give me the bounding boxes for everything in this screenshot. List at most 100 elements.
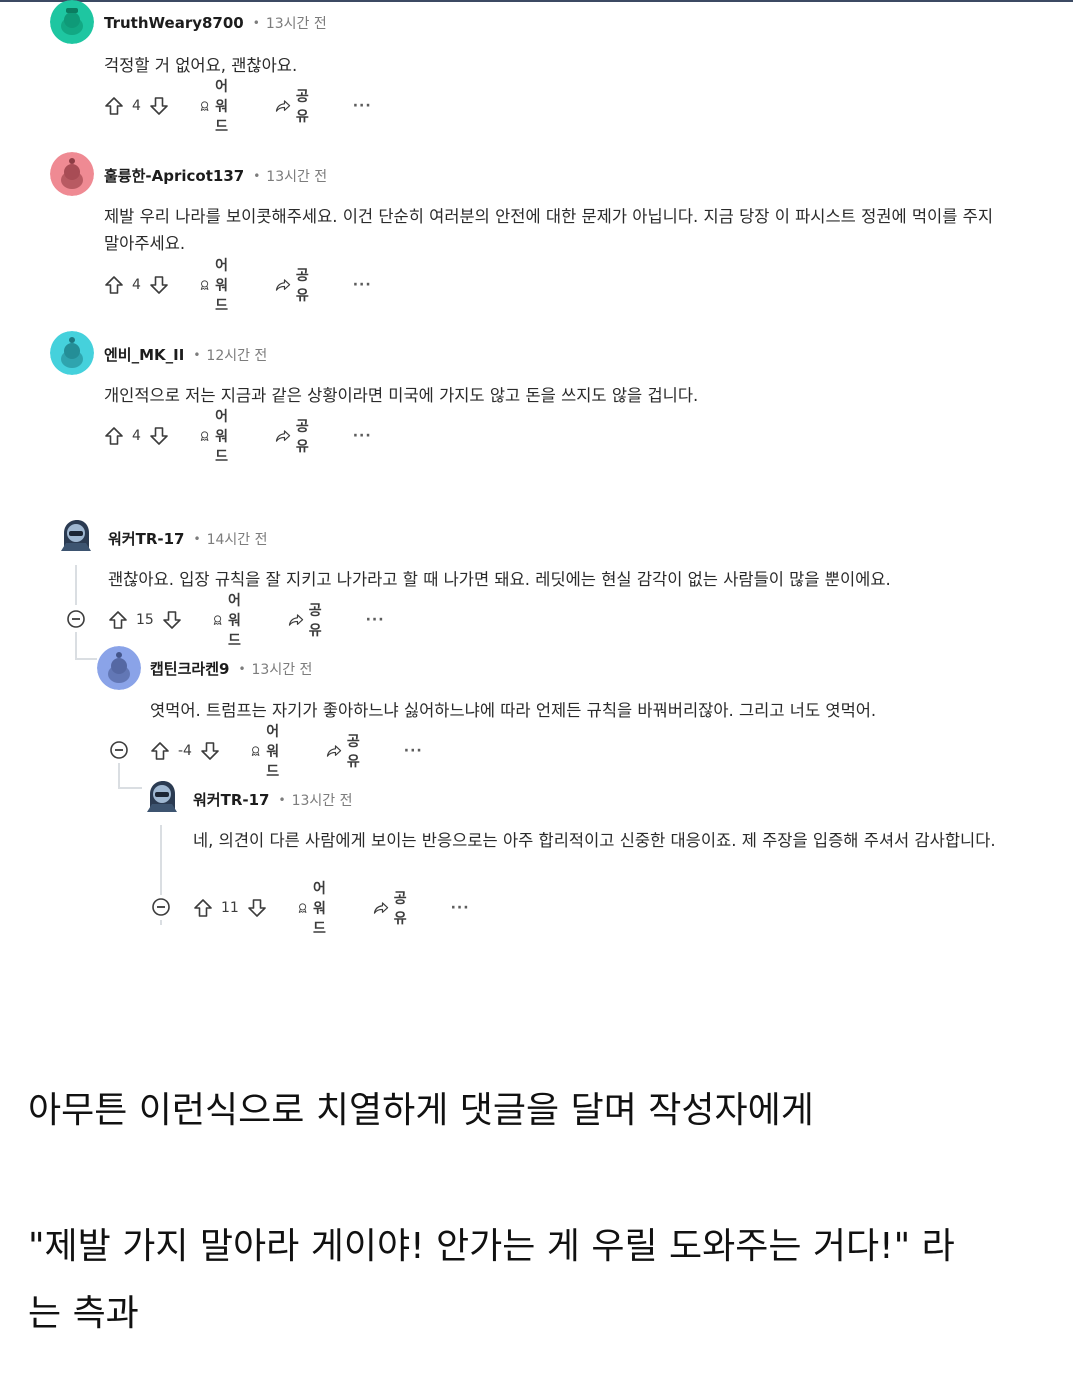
more-options-button[interactable]: ··· xyxy=(353,277,372,293)
snoo-avatar-icon xyxy=(50,0,94,44)
more-options-button[interactable]: ··· xyxy=(353,428,372,444)
thread-line-reply-3 xyxy=(160,825,162,895)
collapse-thread-button[interactable] xyxy=(151,897,171,917)
thread-line-reply-1-curve xyxy=(75,658,97,660)
timestamp[interactable]: 12시간 전 xyxy=(206,345,267,365)
comment-meta: 캡틴크라켄9 • 13시간 전 xyxy=(150,658,312,679)
share-icon xyxy=(275,100,290,112)
thread-line-reply-3-bottom xyxy=(160,920,162,925)
upvote-button[interactable] xyxy=(104,426,124,446)
avatar[interactable] xyxy=(50,0,94,44)
upvote-arrow-icon xyxy=(194,899,212,917)
downvote-button[interactable] xyxy=(162,610,182,630)
timestamp[interactable]: 14시간 전 xyxy=(207,529,268,549)
award-icon xyxy=(200,101,209,111)
vote-score: -4 xyxy=(178,743,192,759)
share-icon xyxy=(288,614,303,626)
award-label: 어워드 xyxy=(215,79,229,135)
timestamp[interactable]: 13시간 전 xyxy=(252,659,313,679)
collapse-thread-button[interactable] xyxy=(66,609,86,629)
share-button[interactable]: 공유 xyxy=(326,731,366,771)
more-options-button[interactable]: ··· xyxy=(451,900,470,916)
timestamp[interactable]: 13시간 전 xyxy=(292,790,353,810)
award-label: 어워드 xyxy=(228,593,241,649)
vote-score: 11 xyxy=(221,900,239,916)
upvote-button[interactable] xyxy=(193,898,213,918)
downvote-button[interactable] xyxy=(200,741,220,761)
upvote-arrow-icon xyxy=(109,611,127,629)
comment-meta: 워커TR-17 • 13시간 전 xyxy=(193,789,352,810)
snoo-avatar-icon xyxy=(97,646,141,690)
meta-separator: • xyxy=(193,531,201,546)
award-icon xyxy=(251,746,260,756)
award-button[interactable]: 어워드 xyxy=(250,721,288,781)
more-options-button[interactable]: ··· xyxy=(404,743,423,759)
comment-meta: 워커TR-17 • 14시간 전 xyxy=(108,528,267,549)
username[interactable]: 워커TR-17 xyxy=(108,528,184,549)
award-icon xyxy=(298,903,307,913)
award-button[interactable]: 어워드 xyxy=(199,406,237,466)
share-label: 공유 xyxy=(393,891,407,927)
award-icon xyxy=(213,615,222,625)
downvote-button[interactable] xyxy=(149,426,169,446)
custom-avatar-icon xyxy=(56,515,96,555)
share-label: 공유 xyxy=(295,419,309,455)
caption-line-1: 아무튼 이런식으로 치열하게 댓글을 달며 작성자에게 xyxy=(28,1090,814,1131)
avatar[interactable] xyxy=(50,152,94,196)
meta-separator: • xyxy=(193,347,201,362)
vote-score: 4 xyxy=(132,428,141,444)
share-button[interactable]: 공유 xyxy=(275,265,315,305)
share-button[interactable]: 공유 xyxy=(288,600,328,640)
minus-circle-icon xyxy=(67,610,85,628)
downvote-button[interactable] xyxy=(149,96,169,116)
share-label: 공유 xyxy=(308,603,322,639)
snoo-avatar-icon xyxy=(50,152,94,196)
timestamp[interactable]: 13시간 전 xyxy=(266,13,327,33)
more-options-button[interactable]: ··· xyxy=(353,98,372,114)
share-icon xyxy=(373,902,388,914)
avatar[interactable] xyxy=(56,515,96,555)
downvote-arrow-icon xyxy=(248,899,266,917)
downvote-button[interactable] xyxy=(149,275,169,295)
comment-actions: 15 어워드 공유 ··· xyxy=(108,593,385,649)
share-button[interactable]: 공유 xyxy=(275,416,315,456)
award-icon xyxy=(200,280,209,290)
award-button[interactable]: 어워드 xyxy=(199,255,237,315)
username[interactable]: 캡틴크라켄9 xyxy=(150,658,229,679)
comment-text: 괜찮아요. 입장 규칙을 잘 지키고 나가라고 할 때 나가면 돼요. 레딧에는… xyxy=(108,570,891,589)
minus-circle-icon xyxy=(152,898,170,916)
share-icon xyxy=(275,279,290,291)
share-label: 공유 xyxy=(295,268,309,304)
collapse-thread-button[interactable] xyxy=(109,740,129,760)
vote-score: 4 xyxy=(132,277,141,293)
timestamp[interactable]: 13시간 전 xyxy=(266,166,327,186)
meta-separator: • xyxy=(238,661,246,676)
avatar[interactable] xyxy=(97,646,141,690)
downvote-arrow-icon xyxy=(150,276,168,294)
upvote-button[interactable] xyxy=(104,275,124,295)
username[interactable]: TruthWeary8700 xyxy=(104,14,244,32)
downvote-button[interactable] xyxy=(247,898,267,918)
comment-text: 엿먹어. 트럼프는 자기가 좋아하느냐 싫어하느냐에 따라 언제든 규칙을 바꿔… xyxy=(150,701,877,720)
avatar[interactable] xyxy=(50,331,94,375)
share-button[interactable]: 공유 xyxy=(373,888,413,928)
thread-line-reply-2 xyxy=(118,763,120,789)
username[interactable]: 훌륭한-Apricot137 xyxy=(104,165,244,186)
thread-line-reply-1 xyxy=(75,632,77,660)
award-label: 어워드 xyxy=(215,409,229,465)
username[interactable]: 엔비_MK_II xyxy=(104,344,184,365)
upvote-button[interactable] xyxy=(150,741,170,761)
award-button[interactable]: 어워드 xyxy=(297,878,335,938)
username[interactable]: 워커TR-17 xyxy=(193,789,269,810)
comment-actions: 4 어워드 공유 ··· xyxy=(104,258,372,314)
share-button[interactable]: 공유 xyxy=(275,86,315,126)
avatar[interactable] xyxy=(142,776,182,816)
downvote-arrow-icon xyxy=(163,611,181,629)
award-button[interactable]: 어워드 xyxy=(212,590,250,650)
more-options-button[interactable]: ··· xyxy=(366,612,385,628)
top-border xyxy=(0,0,1073,2)
upvote-button[interactable] xyxy=(108,610,128,630)
vote-score: 4 xyxy=(132,98,141,114)
upvote-button[interactable] xyxy=(104,96,124,116)
award-button[interactable]: 어워드 xyxy=(199,76,237,136)
